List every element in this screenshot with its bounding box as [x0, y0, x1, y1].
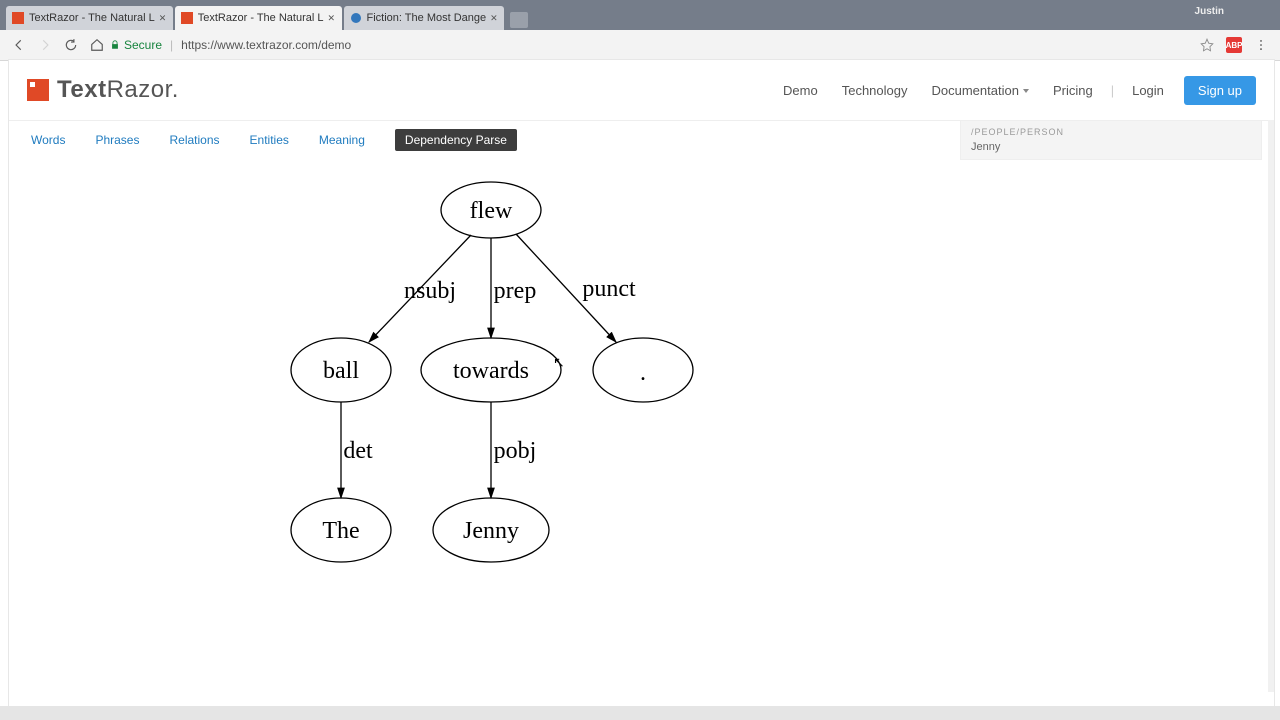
entity-category: /PEOPLE/PERSON — [971, 127, 1251, 137]
nav-login[interactable]: Login — [1132, 83, 1164, 98]
tab-words[interactable]: Words — [31, 133, 65, 147]
nav-separator: | — [1111, 83, 1114, 98]
tab-title: Fiction: The Most Dange — [367, 12, 487, 24]
favicon-textrazor-icon — [181, 12, 193, 24]
tab-title: TextRazor - The Natural L — [198, 12, 324, 24]
node-jenny: Jenny — [433, 498, 549, 562]
site-header: TextRazor. Demo Technology Documentation… — [9, 60, 1274, 121]
scrollbar[interactable] — [1268, 120, 1274, 692]
lock-icon — [110, 40, 120, 50]
node-flew: flew — [441, 182, 541, 238]
home-button[interactable] — [89, 37, 105, 53]
node-towards: towards — [421, 338, 561, 402]
favicon-edge-icon — [350, 12, 362, 24]
nav-demo[interactable]: Demo — [783, 83, 818, 98]
close-icon[interactable]: ✕ — [159, 14, 167, 22]
profile-name[interactable]: Justin — [1195, 6, 1224, 17]
browser-tab-bar: TextRazor - The Natural L ✕ TextRazor - … — [0, 0, 1280, 30]
nav-technology[interactable]: Technology — [842, 83, 908, 98]
close-icon[interactable]: ✕ — [490, 14, 498, 22]
url-text: https://www.textrazor.com/demo — [181, 38, 351, 52]
chevron-down-icon — [1023, 89, 1029, 93]
tab-relations[interactable]: Relations — [169, 133, 219, 147]
new-tab-button[interactable] — [510, 12, 528, 28]
bottom-strip — [0, 706, 1280, 720]
svg-text:det: det — [343, 438, 373, 464]
node-the: The — [291, 498, 391, 562]
tab-title: TextRazor - The Natural L — [29, 12, 155, 24]
page-content: TextRazor. Demo Technology Documentation… — [9, 60, 1274, 706]
node-ball: ball — [291, 338, 391, 402]
entity-name: Jenny — [971, 141, 1251, 153]
signup-button[interactable]: Sign up — [1184, 76, 1256, 105]
main-nav: Demo Technology Documentation Pricing | … — [771, 76, 1256, 105]
brand-light: Razor. — [107, 76, 179, 104]
browser-tab[interactable]: TextRazor - The Natural L ✕ — [175, 6, 342, 30]
favicon-textrazor-icon — [12, 12, 24, 24]
dependency-graph: flew ball towards . The Jenny nsubj — [31, 170, 771, 610]
security-indicator: Secure — [110, 38, 162, 52]
star-icon[interactable] — [1199, 37, 1215, 53]
browser-address-bar: Secure | https://www.textrazor.com/demo … — [0, 30, 1280, 61]
nav-documentation-label: Documentation — [932, 83, 1019, 98]
svg-text:nsubj: nsubj — [404, 278, 456, 304]
reload-button[interactable] — [63, 37, 79, 53]
browser-tab[interactable]: TextRazor - The Natural L ✕ — [6, 6, 173, 30]
menu-button[interactable] — [1253, 37, 1269, 53]
svg-text:punct: punct — [582, 276, 636, 302]
svg-text:pobj: pobj — [494, 438, 537, 464]
tab-meaning[interactable]: Meaning — [319, 133, 365, 147]
forward-button[interactable] — [37, 37, 53, 53]
address-field[interactable]: Secure | https://www.textrazor.com/demo — [110, 34, 1194, 56]
svg-text:.: . — [640, 360, 646, 386]
svg-text:The: The — [322, 518, 359, 544]
logo[interactable]: TextRazor. — [27, 76, 179, 104]
entity-panel: /PEOPLE/PERSON Jenny — [960, 120, 1262, 160]
tab-phrases[interactable]: Phrases — [95, 133, 139, 147]
back-button[interactable] — [11, 37, 27, 53]
browser-tab[interactable]: Fiction: The Most Dange ✕ — [344, 6, 505, 30]
svg-text:prep: prep — [494, 278, 537, 304]
svg-text:towards: towards — [453, 358, 529, 384]
svg-text:flew: flew — [470, 198, 513, 224]
nav-pricing[interactable]: Pricing — [1053, 83, 1093, 98]
svg-text:ball: ball — [323, 358, 359, 384]
adblock-icon[interactable]: ABP — [1226, 37, 1242, 53]
tab-entities[interactable]: Entities — [250, 133, 289, 147]
nav-documentation[interactable]: Documentation — [932, 83, 1029, 98]
secure-label: Secure — [124, 38, 162, 52]
logo-icon — [27, 79, 49, 101]
tab-dependency-parse[interactable]: Dependency Parse — [395, 129, 517, 151]
brand-bold: Text — [57, 76, 107, 104]
cursor-icon: ↖ — [553, 354, 565, 371]
node-period: . — [593, 338, 693, 402]
close-icon[interactable]: ✕ — [328, 14, 336, 22]
svg-text:Jenny: Jenny — [463, 518, 519, 544]
